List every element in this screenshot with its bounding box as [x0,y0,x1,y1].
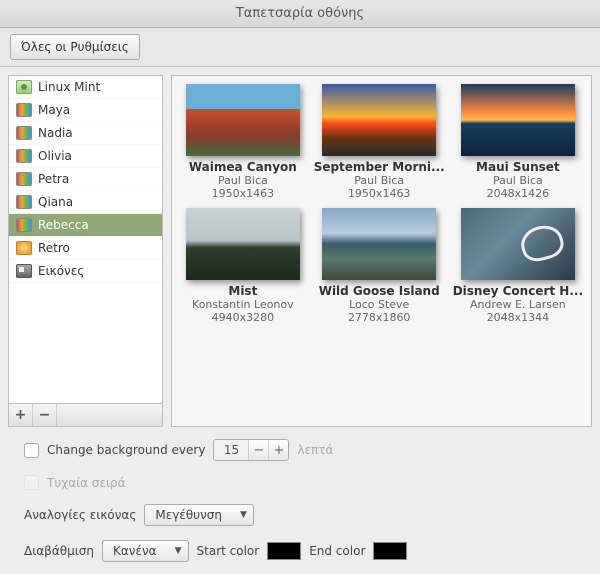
aspect-label: Αναλογίες εικόνας [24,508,136,522]
sidebar-item-olivia[interactable]: Olivia [9,145,162,168]
sidebar-item-label: Εικόνες [38,264,84,278]
wallpaper-author: Andrew E. Larsen [453,298,583,311]
sidebar-item-petra[interactable]: Petra [9,168,162,191]
wallpaper-title: September Morni... [314,160,445,174]
change-every-label: Change background every [47,443,205,457]
interval-increment[interactable]: + [268,440,288,460]
folder-icon [16,264,32,278]
main-content: Linux Mint Maya Nadia Olivia Petra Qiana Rebec… [0,67,600,435]
change-every-checkbox[interactable] [24,443,39,458]
wallpaper-thumbnail[interactable] [186,208,300,280]
aspect-combo[interactable]: Μεγέθυνση ▼ [144,504,254,526]
wallpaper-resolution: 1950x1463 [180,187,306,200]
aspect-row: Αναλογίες εικόνας Μεγέθυνση ▼ [24,504,576,526]
wallpaper-title: Disney Concert H... [453,284,583,298]
sidebar-item-label: Nadia [38,126,73,140]
aspect-value: Μεγέθυνση [155,508,222,522]
random-order-row: Τυχαία σειρά [24,475,576,490]
wallpaper-thumbnail[interactable] [322,208,436,280]
wallpaper-resolution: 2048x1344 [453,311,583,324]
sidebar-item-εικόνες[interactable]: Εικόνες [9,260,162,283]
folder-icon [16,172,32,186]
wallpaper-author: Paul Bica [453,174,583,187]
wallpaper-gallery[interactable]: Waimea CanyonPaul Bica1950x1463September… [171,75,592,427]
plus-icon: + [15,407,27,423]
interval-decrement[interactable]: − [248,440,268,460]
sidebar-item-label: Maya [38,103,70,117]
sidebar-item-linux-mint[interactable]: Linux Mint [9,76,162,99]
sidebar-footer: + − [8,404,163,427]
gradient-combo[interactable]: Κανένα ▼ [102,540,189,562]
interval-input[interactable] [214,440,248,460]
folder-icon [16,149,32,163]
folder-icon [16,218,32,232]
sidebar-item-label: Rebecca [38,218,89,232]
gradient-label: Διαβάθμιση [24,544,94,558]
sidebar-item-label: Qiana [38,195,73,209]
folder-list[interactable]: Linux Mint Maya Nadia Olivia Petra Qiana Rebec… [8,75,163,404]
sidebar: Linux Mint Maya Nadia Olivia Petra Qiana Rebec… [8,75,163,427]
sidebar-item-label: Linux Mint [38,80,100,94]
random-order-label: Τυχαία σειρά [47,476,126,490]
wallpaper-resolution: 2048x1426 [453,187,583,200]
end-color-swatch[interactable] [373,542,407,560]
wallpaper-card[interactable]: Maui SunsetPaul Bica2048x1426 [453,84,583,200]
remove-folder-button[interactable]: − [33,404,57,426]
settings-panel: Change background every − + λεπτά Τυχαία… [0,435,600,574]
gradient-row: Διαβάθμιση Κανένα ▼ Start color End colo… [24,540,576,562]
toolbar: Όλες οι Ρυθμίσεις [0,28,600,67]
wallpaper-title: Wild Goose Island [314,284,445,298]
start-color-swatch[interactable] [267,542,301,560]
wallpaper-author: Loco Steve [314,298,445,311]
window-titlebar: Ταπετσαρία οθόνης [0,0,600,28]
start-color-label: Start color [197,544,260,558]
wallpaper-author: Konstantin Leonov [180,298,306,311]
sidebar-item-rebecca[interactable]: Rebecca [9,214,162,237]
add-folder-button[interactable]: + [9,404,33,426]
wallpaper-card[interactable]: Disney Concert H...Andrew E. Larsen2048x… [453,208,583,324]
window-title: Ταπετσαρία οθόνης [236,6,364,21]
folder-icon [16,195,32,209]
folder-icon [16,241,32,255]
gradient-value: Κανένα [113,544,157,558]
wallpaper-thumbnail[interactable] [461,84,575,156]
sidebar-item-label: Petra [38,172,69,186]
wallpaper-card[interactable]: September Morni...Paul Bica1950x1463 [314,84,445,200]
sidebar-item-label: Retro [38,241,70,255]
all-settings-button[interactable]: Όλες οι Ρυθμίσεις [10,34,140,60]
sidebar-item-nadia[interactable]: Nadia [9,122,162,145]
folder-icon [16,126,32,140]
folder-icon [16,103,32,117]
wallpaper-author: Paul Bica [180,174,306,187]
wallpaper-title: Maui Sunset [453,160,583,174]
wallpaper-card[interactable]: MistKonstantin Leonov4940x3280 [180,208,306,324]
sidebar-item-retro[interactable]: Retro [9,237,162,260]
wallpaper-title: Waimea Canyon [180,160,306,174]
wallpaper-thumbnail[interactable] [322,84,436,156]
folder-icon [16,80,32,94]
wallpaper-resolution: 2778x1860 [314,311,445,324]
chevron-down-icon: ▼ [175,546,182,556]
sidebar-item-qiana[interactable]: Qiana [9,191,162,214]
wallpaper-resolution: 4940x3280 [180,311,306,324]
wallpaper-resolution: 1950x1463 [314,187,445,200]
interval-spinbox[interactable]: − + [213,439,289,461]
wallpaper-author: Paul Bica [314,174,445,187]
wallpaper-thumbnail[interactable] [186,84,300,156]
wallpaper-card[interactable]: Waimea CanyonPaul Bica1950x1463 [180,84,306,200]
end-color-label: End color [309,544,365,558]
interval-unit: λεπτά [297,443,333,457]
wallpaper-title: Mist [180,284,306,298]
minus-icon: − [39,407,51,423]
random-order-checkbox [24,475,39,490]
wallpaper-thumbnail[interactable] [461,208,575,280]
sidebar-item-maya[interactable]: Maya [9,99,162,122]
change-interval-row: Change background every − + λεπτά [24,439,576,461]
wallpaper-card[interactable]: Wild Goose IslandLoco Steve2778x1860 [314,208,445,324]
chevron-down-icon: ▼ [240,510,247,520]
sidebar-item-label: Olivia [38,149,72,163]
